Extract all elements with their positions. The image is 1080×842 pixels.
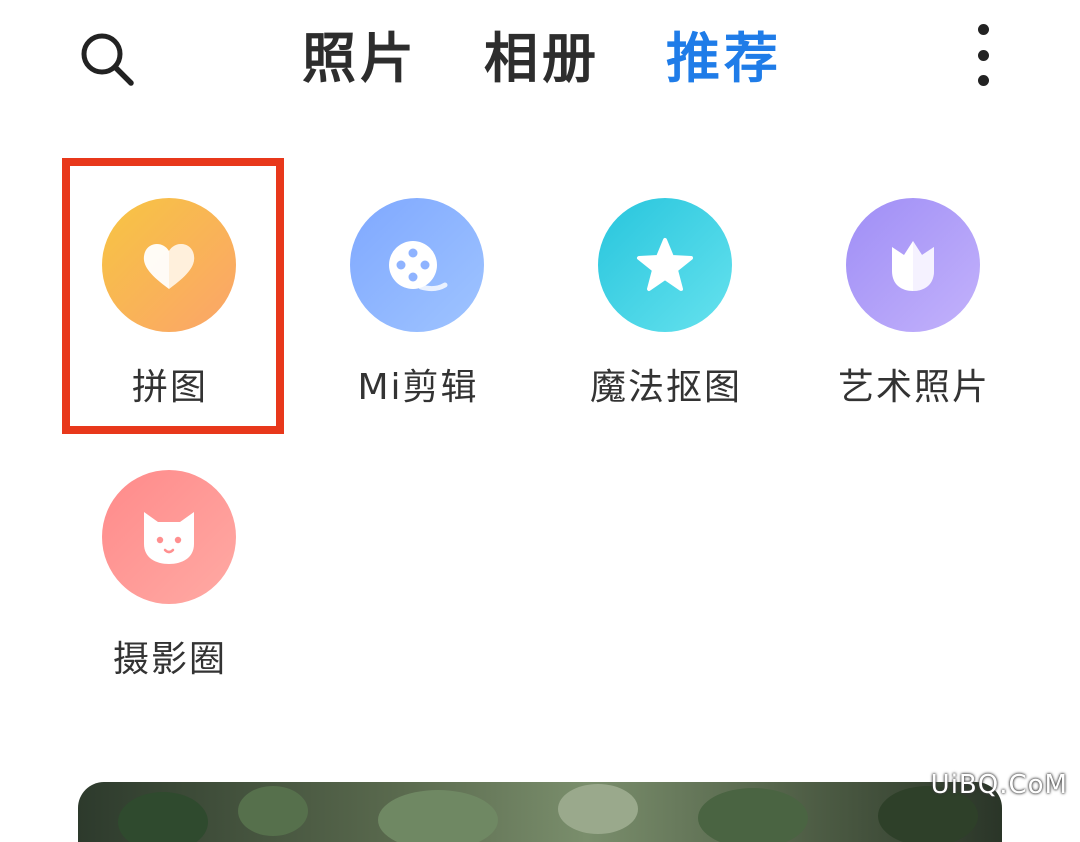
- photography-circle-circle: [102, 470, 236, 604]
- more-vertical-icon: [977, 24, 989, 35]
- top-bar: 照片 相册 推荐: [0, 0, 1080, 120]
- magic-cutout-circle: [598, 198, 732, 332]
- tulip-icon: [892, 241, 934, 291]
- star-icon: [637, 238, 693, 291]
- watermark: UiBQ.CoM: [930, 770, 1068, 800]
- tool-label: 魔法抠图: [589, 367, 742, 408]
- tool-magic-cutout[interactable]: 魔法抠图: [546, 198, 786, 448]
- art-photo-circle: [846, 198, 980, 332]
- more-options-button[interactable]: [958, 24, 1008, 86]
- film-reel-icon: [389, 241, 448, 292]
- featured-banner-image[interactable]: [78, 782, 1002, 842]
- tool-label: 摄影圈: [112, 639, 227, 680]
- tab-albums[interactable]: 相册: [484, 24, 600, 94]
- tool-art-photo[interactable]: 艺术照片: [794, 198, 1034, 448]
- mi-clip-circle: [350, 198, 484, 332]
- highlight-box: [62, 158, 284, 434]
- tool-label: Mi剪辑: [357, 367, 479, 408]
- search-icon: [81, 33, 134, 86]
- tool-photography-circle[interactable]: 摄影圈: [50, 470, 290, 720]
- tab-photos[interactable]: 照片: [302, 24, 418, 94]
- tab-recommend[interactable]: 推荐: [666, 24, 782, 94]
- mi-bunny-icon: [144, 512, 194, 564]
- tool-label: 艺术照片: [837, 367, 990, 408]
- tool-mi-clip[interactable]: Mi剪辑: [298, 198, 538, 448]
- search-button[interactable]: [72, 24, 142, 94]
